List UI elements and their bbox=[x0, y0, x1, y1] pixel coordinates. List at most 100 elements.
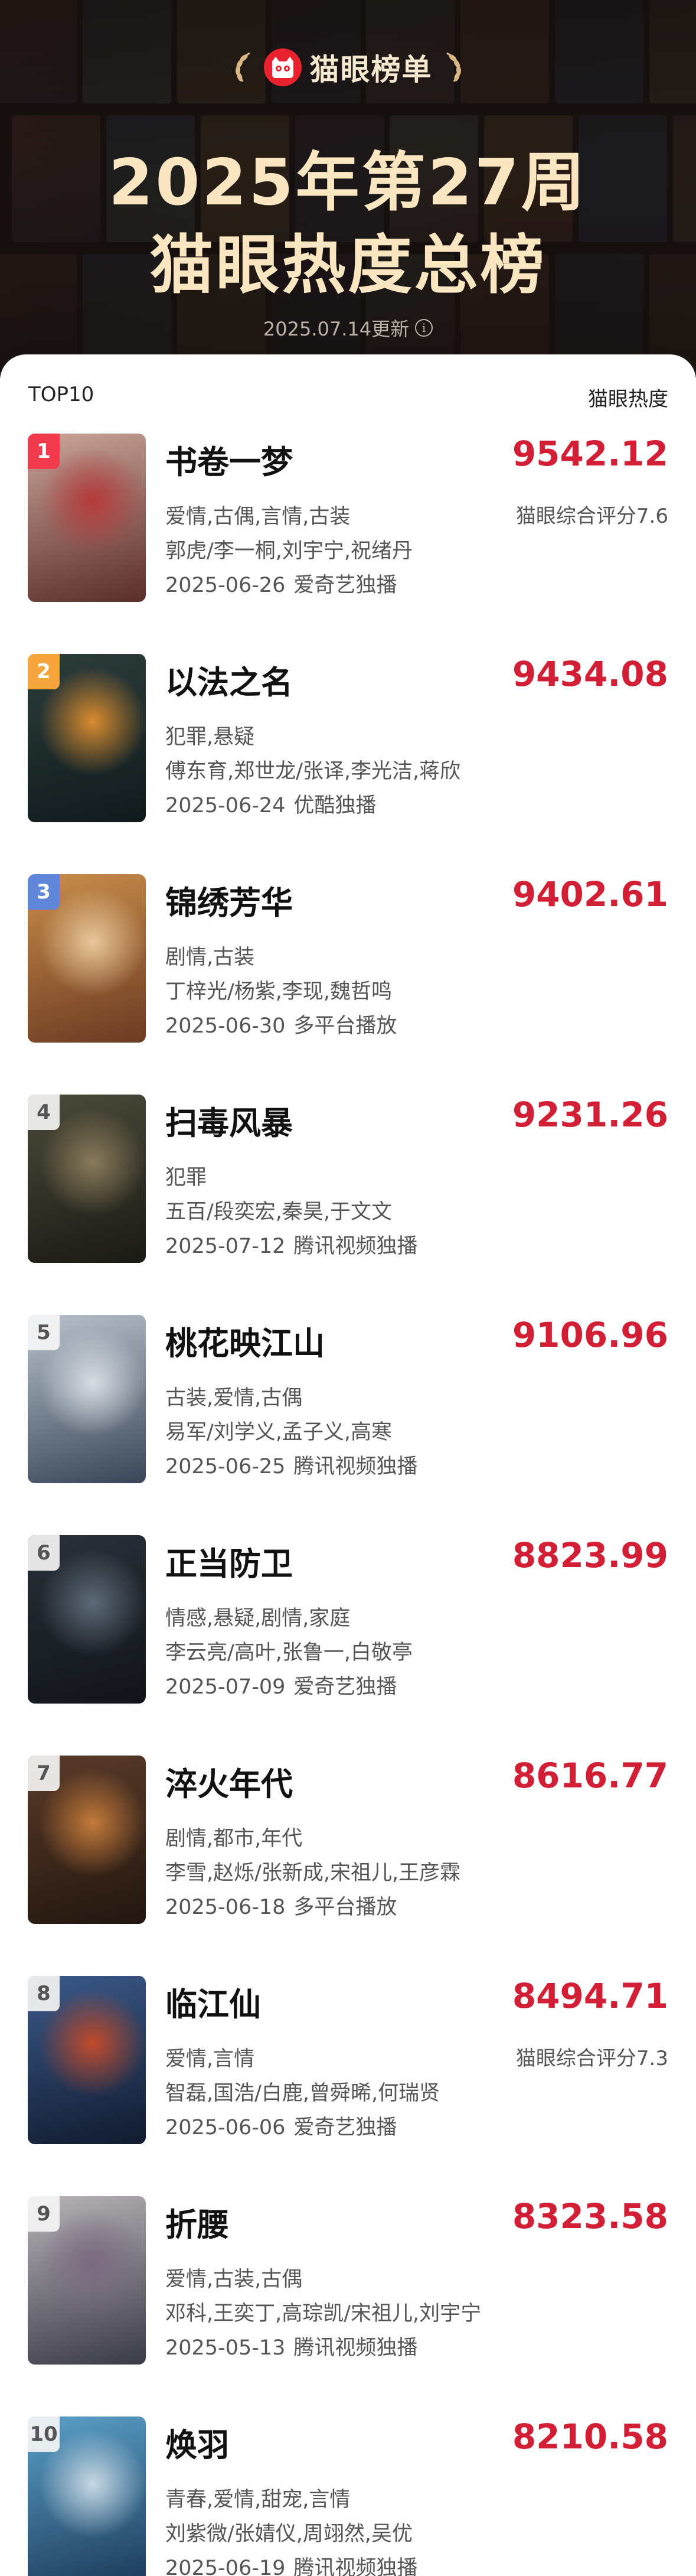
genre-tags: 情感,悬疑,剧情,家庭 bbox=[165, 1607, 351, 1630]
platform: 腾讯视频独播 bbox=[293, 2336, 418, 2360]
rank-badge: 5 bbox=[28, 1315, 60, 1350]
ranking-item[interactable]: 7 淬火年代 8616.77 剧情,都市,年代 李雪,赵烁/张新成,宋祖儿,王彦霖 202… bbox=[0, 1756, 696, 1933]
page-title-chart: 猫眼热度总榜 bbox=[149, 229, 547, 302]
platform: 爱奇艺独播 bbox=[293, 1675, 397, 1699]
rank-badge: 2 bbox=[28, 654, 60, 689]
rank-badge: 10 bbox=[28, 2417, 60, 2452]
platform: 爱奇艺独播 bbox=[293, 574, 397, 597]
release-date: 2025-06-24 bbox=[165, 794, 286, 818]
ranking-item[interactable]: 1 书卷一梦 9542.12 猫眼综合评分7.6 爱情,古偶,言情,古装郭虎/李一桐,刘… bbox=[0, 434, 696, 611]
ranking-item[interactable]: 4 扫毒风暴 9231.26 犯罪五百/段奕宏,秦昊,于文文 2025-07-12 腾讯视… bbox=[0, 1095, 696, 1272]
poster-image[interactable]: 2 bbox=[28, 654, 146, 822]
rank-badge: 6 bbox=[28, 1535, 60, 1571]
info-circle-icon[interactable]: i bbox=[415, 319, 433, 337]
cast-list: 五百/段奕宏,秦昊,于文文 bbox=[165, 1200, 393, 1224]
platform: 多平台播放 bbox=[293, 1014, 397, 1038]
show-title[interactable]: 扫毒风暴 bbox=[165, 1097, 293, 1144]
platform: 腾讯视频独播 bbox=[293, 2557, 418, 2576]
header-banner: 猫眼榜单 2025年第27周 猫眼热度总榜 2025.07.14更新 i bbox=[0, 0, 696, 378]
release-date: 2025-05-13 bbox=[165, 2336, 286, 2360]
laurel-right-icon bbox=[446, 52, 461, 82]
poster-image[interactable]: 5 bbox=[28, 1315, 146, 1483]
ranking-item[interactable]: 5 桃花映江山 9106.96 古装,爱情,古偶 易军/刘学义,孟子义,高寒 2025-0… bbox=[0, 1315, 696, 1492]
release-date: 2025-06-26 bbox=[165, 574, 286, 597]
list-header-heat: 猫眼热度 bbox=[588, 387, 668, 411]
maoyan-rating: 猫眼综合评分7.3 bbox=[515, 2047, 668, 2070]
poster-image[interactable]: 9 bbox=[28, 2196, 146, 2365]
heat-score: 9542.12 bbox=[512, 434, 668, 474]
heat-score: 8494.71 bbox=[512, 1976, 668, 2016]
heat-score: 9231.26 bbox=[512, 1095, 668, 1135]
poster-image[interactable]: 6 bbox=[28, 1535, 146, 1704]
release-date: 2025-06-25 bbox=[165, 1455, 286, 1478]
release-date: 2025-06-18 bbox=[165, 1896, 286, 1919]
release-date: 2025-06-30 bbox=[165, 1014, 286, 1038]
platform: 多平台播放 bbox=[293, 1896, 397, 1919]
show-title[interactable]: 桃花映江山 bbox=[165, 1317, 325, 1364]
release-date: 2025-06-06 bbox=[165, 2116, 286, 2139]
show-title[interactable]: 折腰 bbox=[165, 2199, 229, 2245]
poster-image[interactable]: 4 bbox=[28, 1095, 146, 1263]
platform: 爱奇艺独播 bbox=[293, 2116, 397, 2139]
maoyan-cat-logo-icon bbox=[263, 48, 302, 86]
list-header-top10: TOP10 bbox=[28, 383, 94, 406]
cast-list: 李云亮/高叶,张鲁一,白敬亭 bbox=[165, 1641, 413, 1665]
ranking-item[interactable]: 9 折腰 8323.58 爱情,古装,古偶 邓科,王奕丁,高琮凯/宋祖儿,刘宇宁 2025… bbox=[0, 2196, 696, 2373]
genre-tags: 爱情,古装,古偶 bbox=[165, 2268, 303, 2291]
show-title[interactable]: 焕羽 bbox=[165, 2419, 229, 2466]
poster-image[interactable]: 7 bbox=[28, 1756, 146, 1924]
heat-score: 9434.08 bbox=[512, 654, 668, 694]
show-title[interactable]: 以法之名 bbox=[165, 656, 293, 703]
rank-badge: 9 bbox=[28, 2196, 60, 2232]
release-info: 2025-06-30 多平台播放 bbox=[165, 1009, 397, 1039]
poster-image[interactable]: 10 bbox=[28, 2417, 146, 2576]
release-info: 2025-07-12 腾讯视频独播 bbox=[165, 1229, 417, 1259]
poster-image[interactable]: 1 bbox=[28, 434, 146, 602]
rank-badge: 3 bbox=[28, 874, 60, 910]
genre-tags: 剧情,古装 bbox=[165, 946, 255, 969]
ranking-item[interactable]: 6 正当防卫 8823.99 情感,悬疑,剧情,家庭 李云亮/高叶,张鲁一,白敬亭 202… bbox=[0, 1535, 696, 1712]
rank-badge: 1 bbox=[28, 434, 60, 469]
brand: 猫眼榜单 bbox=[0, 46, 696, 89]
poster-image[interactable]: 3 bbox=[28, 874, 146, 1043]
heat-score: 8616.77 bbox=[512, 1756, 668, 1796]
release-info: 2025-05-13 腾讯视频独播 bbox=[165, 2331, 417, 2361]
platform: 腾讯视频独播 bbox=[293, 1235, 418, 1258]
genre-tags: 青春,爱情,甜宠,言情 bbox=[165, 2488, 351, 2512]
heat-score: 8210.58 bbox=[512, 2417, 668, 2457]
heat-score: 8323.58 bbox=[512, 2196, 668, 2236]
release-date: 2025-07-12 bbox=[165, 1235, 286, 1258]
cast-list: 刘紫微/张婧仪,周翊然,吴优 bbox=[165, 2522, 413, 2546]
platform: 腾讯视频独播 bbox=[293, 1455, 418, 1478]
update-date: 2025.07.14更新 bbox=[263, 318, 410, 340]
platform: 优酷独播 bbox=[293, 794, 377, 818]
release-info: 2025-06-06 爱奇艺独播 bbox=[165, 2111, 397, 2141]
genre-tags: 剧情,都市,年代 bbox=[165, 1827, 303, 1851]
genre-tags: 爱情,言情 bbox=[165, 2047, 255, 2071]
cast-list: 智磊,国浩/白鹿,曾舜晞,何瑞贤 bbox=[165, 2082, 440, 2105]
page-title-week: 2025年第27周 bbox=[109, 146, 587, 220]
cast-list: 丁梓光/杨紫,李现,魏哲鸣 bbox=[165, 980, 393, 1004]
show-title[interactable]: 正当防卫 bbox=[165, 1538, 293, 1584]
show-title[interactable]: 书卷一梦 bbox=[165, 436, 293, 483]
rank-badge: 8 bbox=[28, 1976, 60, 2011]
genre-tags: 犯罪 bbox=[165, 1166, 207, 1190]
show-title[interactable]: 临江仙 bbox=[165, 1978, 261, 2025]
maoyan-rating: 猫眼综合评分7.6 bbox=[515, 504, 668, 528]
ranking-item[interactable]: 3 锦绣芳华 9402.61 剧情,古装丁梓光/杨紫,李现,魏哲鸣 2025-06-30… bbox=[0, 874, 696, 1051]
rank-badge: 4 bbox=[28, 1095, 60, 1130]
poster-image[interactable]: 8 bbox=[28, 1976, 146, 2144]
ranking-item[interactable]: 8 临江仙 8494.71 猫眼综合评分7.3 爱情,言情智磊,国浩/白鹿,曾舜晞,何瑞… bbox=[0, 1976, 696, 2153]
show-title[interactable]: 锦绣芳华 bbox=[165, 877, 293, 923]
update-info[interactable]: 2025.07.14更新 i bbox=[0, 314, 696, 341]
genre-tags: 爱情,古偶,言情,古装 bbox=[165, 505, 351, 529]
heat-score: 8823.99 bbox=[512, 1535, 668, 1575]
ranking-item[interactable]: 10 焕羽 8210.58 青春,爱情,甜宠,言情刘紫微/张婧仪,周翊然,吴优 2025… bbox=[0, 2417, 696, 2576]
ranking-item[interactable]: 2 以法之名 9434.08 犯罪,悬疑 傅东育,郑世龙/张译,李光洁,蒋欣 2025-0… bbox=[0, 654, 696, 831]
cast-list: 郭虎/李一桐,刘宇宁,祝绪丹 bbox=[165, 539, 413, 563]
heat-score: 9402.61 bbox=[512, 874, 668, 914]
release-date: 2025-06-19 bbox=[165, 2557, 286, 2576]
rank-badge: 7 bbox=[28, 1756, 60, 1791]
show-title[interactable]: 淬火年代 bbox=[165, 1758, 293, 1805]
release-info: 2025-06-19 腾讯视频独播 bbox=[165, 2551, 417, 2576]
